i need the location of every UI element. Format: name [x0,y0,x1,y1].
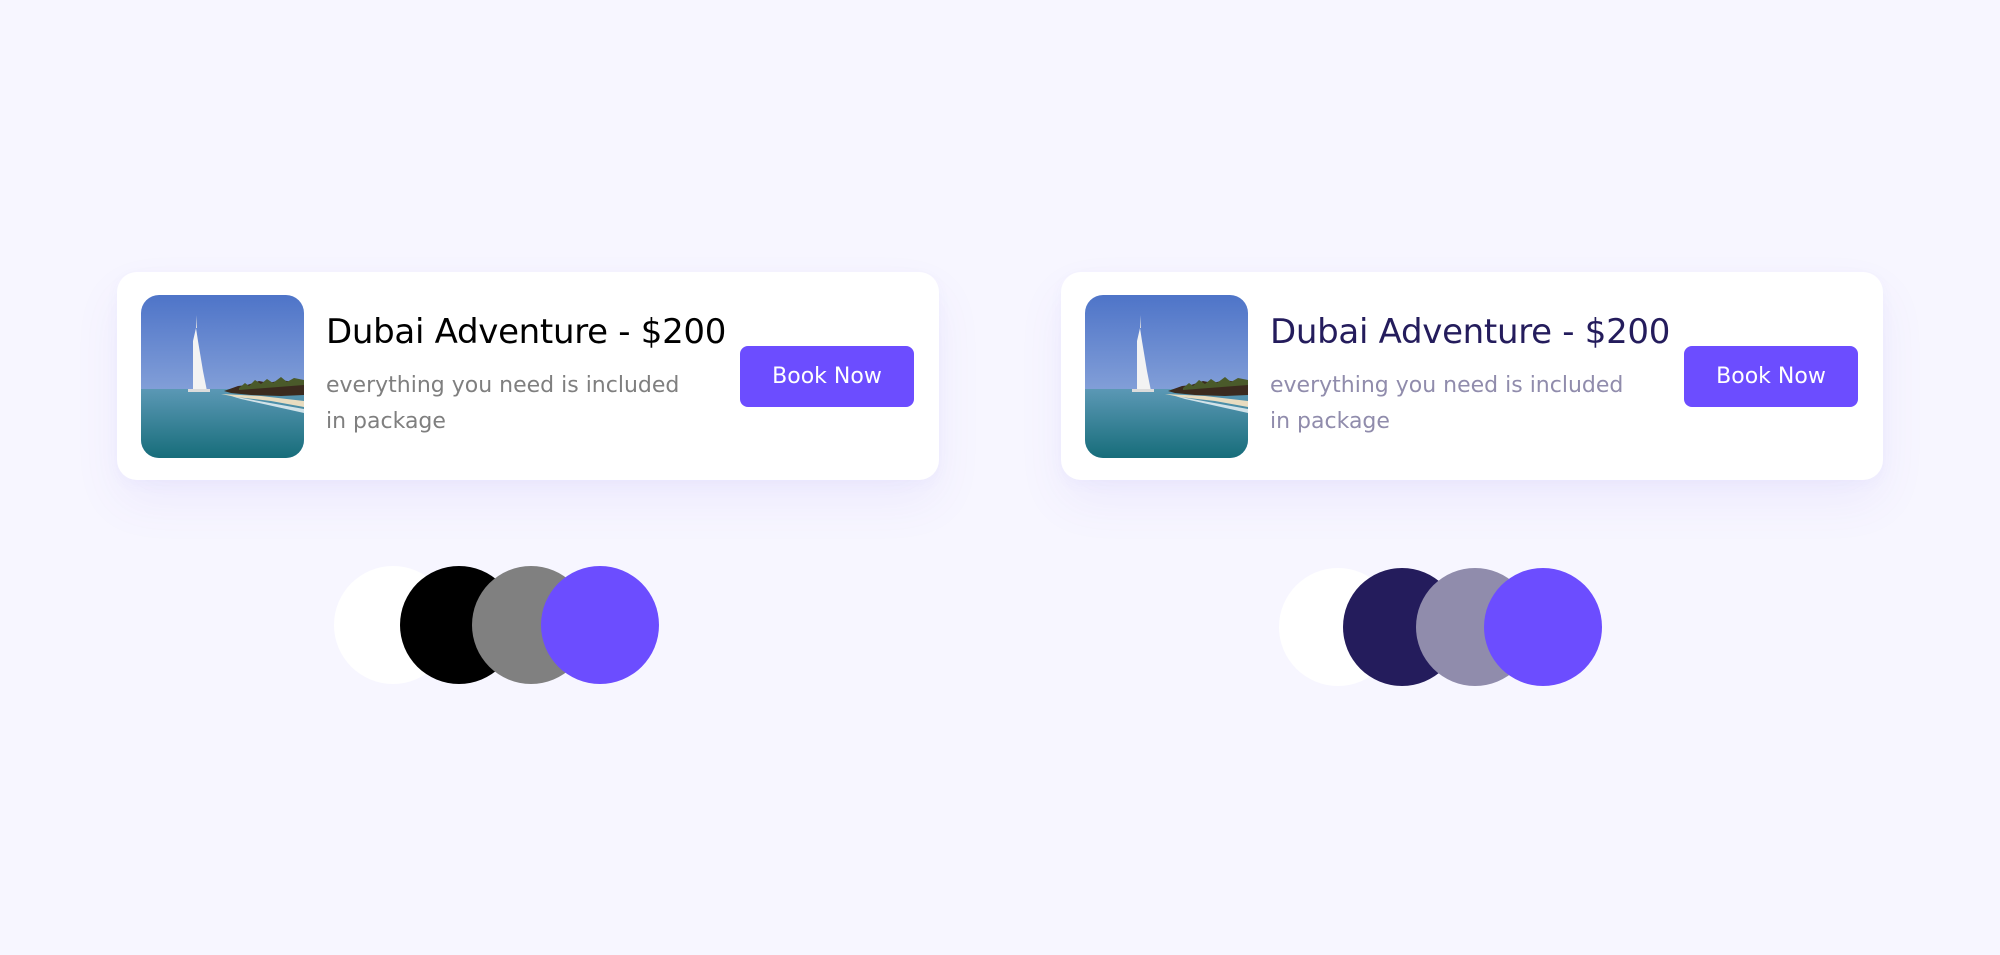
book-now-button[interactable]: Book Now [740,346,914,407]
tour-title: Dubai Adventure - $200 [326,312,727,352]
tour-title: Dubai Adventure - $200 [1270,312,1671,352]
tour-card: Dubai Adventure - $200 everything you ne… [1061,272,1883,480]
book-now-button[interactable]: Book Now [1684,346,1858,407]
tour-description: everything you need is included in packa… [1270,373,1624,434]
tour-card: Dubai Adventure - $200 everything you ne… [117,272,939,480]
dubai-beach-photo [1085,295,1248,458]
tour-description: everything you need is included in packa… [326,373,680,434]
swatch-purple [541,566,659,684]
swatch-purple [1484,568,1602,686]
dubai-beach-photo [141,295,304,458]
